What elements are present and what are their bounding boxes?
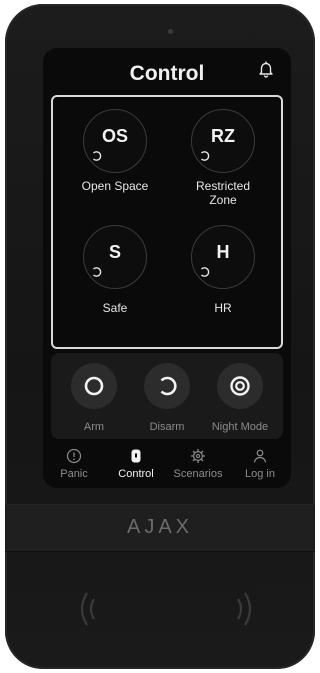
disarm-label: Disarm — [149, 421, 185, 433]
nav-panic[interactable]: Panic — [43, 448, 105, 480]
zone-abbreviation: OS — [101, 126, 128, 146]
nav-label: Control — [118, 468, 154, 480]
nav-label: Log in — [245, 468, 275, 480]
zone-label: Open Space — [81, 179, 149, 193]
nfc-wave-left-icon — [80, 592, 95, 626]
partial-circle-icon — [93, 267, 102, 277]
ring-icon — [84, 376, 104, 396]
zone-button[interactable]: OS — [83, 109, 147, 173]
nav-label: Panic — [60, 468, 88, 480]
user-icon — [253, 449, 267, 463]
open-ring-icon — [160, 376, 177, 396]
zone-label: Restricted Zone — [195, 179, 251, 207]
brand-logo: AJAX — [126, 516, 194, 538]
arm-label: Arm — [83, 421, 105, 433]
nav-label: Scenarios — [173, 468, 223, 480]
gear-icon — [191, 449, 205, 463]
zone-abbreviation: RZ — [211, 126, 235, 146]
alert-circle-icon — [66, 448, 82, 464]
arm-button[interactable] — [71, 363, 117, 409]
partial-circle-icon — [93, 151, 102, 161]
arm-mode[interactable]: Arm — [59, 363, 129, 433]
disarm-mode[interactable]: Disarm — [132, 363, 202, 433]
bell-icon[interactable] — [257, 60, 275, 78]
nav-control[interactable]: Control — [105, 448, 167, 480]
nfc-wave-right-icon — [237, 592, 252, 626]
zone-label: Safe — [102, 301, 128, 315]
night-mode[interactable]: Night Mode — [205, 363, 275, 433]
zone-label: HR — [214, 301, 232, 315]
zone-abbreviation: S — [108, 242, 121, 262]
page-title: Control — [129, 62, 205, 85]
zone-restricted-zone[interactable]: RZ Restricted Zone — [173, 109, 273, 207]
night-mode-label: Night Mode — [211, 421, 269, 433]
zone-button[interactable]: H — [191, 225, 255, 289]
security-modes-panel: Arm Disarm Night Mode — [51, 353, 283, 439]
disarm-button[interactable] — [144, 363, 190, 409]
zones-group: OS Open Space RZ Restricted Zone S Safe — [51, 95, 283, 349]
zone-open-space[interactable]: OS Open Space — [65, 109, 165, 193]
camera-dot — [168, 29, 173, 34]
night-mode-button[interactable] — [217, 363, 263, 409]
bottom-nav: Panic Control Scenarios Log in — [43, 442, 291, 488]
shield-lock-icon — [131, 449, 141, 463]
partial-circle-icon — [201, 151, 210, 161]
zone-safe[interactable]: S Safe — [65, 225, 165, 315]
zone-button[interactable]: S — [83, 225, 147, 289]
zone-hr[interactable]: H HR — [173, 225, 273, 315]
zone-button[interactable]: RZ — [191, 109, 255, 173]
zone-abbreviation: H — [216, 242, 230, 262]
nav-scenarios[interactable]: Scenarios — [167, 448, 229, 480]
partial-circle-icon — [201, 267, 210, 277]
night-ring-icon — [230, 376, 250, 396]
nav-log-in[interactable]: Log in — [229, 448, 291, 480]
keypad-device: Control OS Open Space RZ Restricted Zone — [5, 4, 315, 669]
touch-screen: Control OS Open Space RZ Restricted Zone — [43, 48, 291, 488]
